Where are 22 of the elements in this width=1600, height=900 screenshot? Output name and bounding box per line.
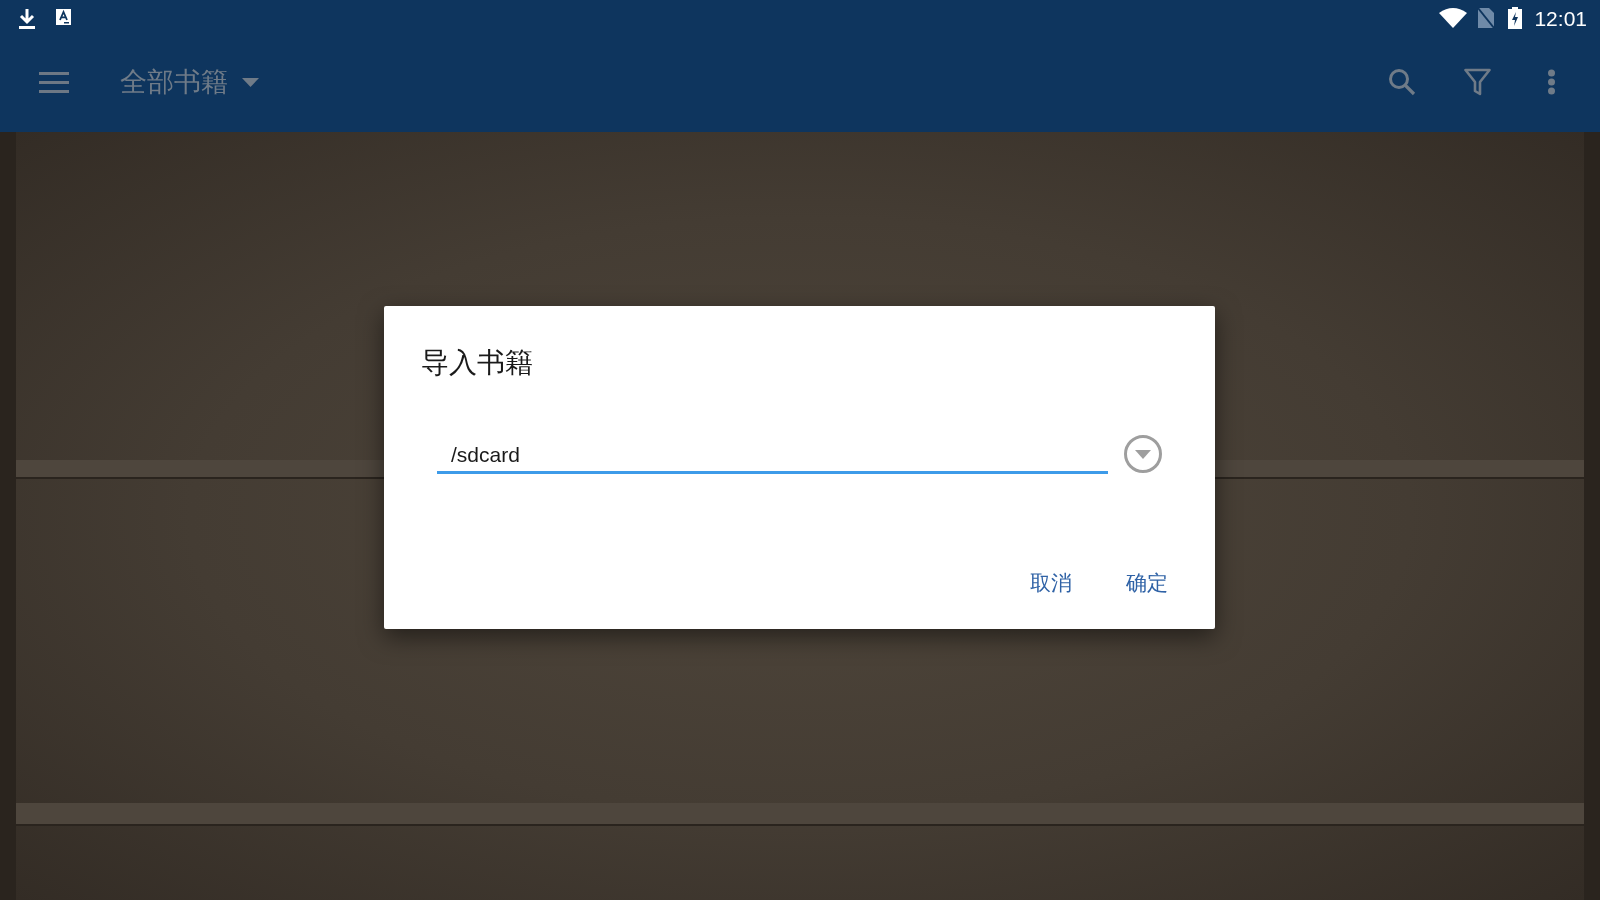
- dialog-button[interactable]: 取消: [1028, 570, 1074, 596]
- path-dropdown-button[interactable]: [1124, 435, 1162, 473]
- path-input-field[interactable]: /sdcard: [437, 434, 1108, 474]
- more-options-button[interactable]: [1547, 69, 1556, 95]
- more-vertical-icon: [1547, 69, 1556, 95]
- dropdown-circle-icon: [1124, 435, 1162, 473]
- menu-icon: [39, 71, 69, 93]
- filter-button[interactable]: [1464, 68, 1491, 96]
- wifi-icon: [1439, 8, 1468, 28]
- battery-charging-icon: [1508, 7, 1523, 29]
- shelf-title: 全部书籍: [120, 68, 228, 96]
- dialog-title: 导入书籍: [421, 347, 533, 378]
- filter-icon: [1464, 68, 1491, 96]
- search-button[interactable]: [1388, 68, 1416, 96]
- keyboard-a-icon: [56, 9, 71, 25]
- menu-button[interactable]: [39, 71, 69, 93]
- status-time: 12:01: [1534, 7, 1587, 29]
- no-sim-icon: [1477, 7, 1496, 29]
- caret-icon: [242, 77, 259, 87]
- search-icon: [1388, 68, 1416, 96]
- dialog-button[interactable]: 确定: [1124, 570, 1170, 596]
- download-icon: [18, 8, 36, 30]
